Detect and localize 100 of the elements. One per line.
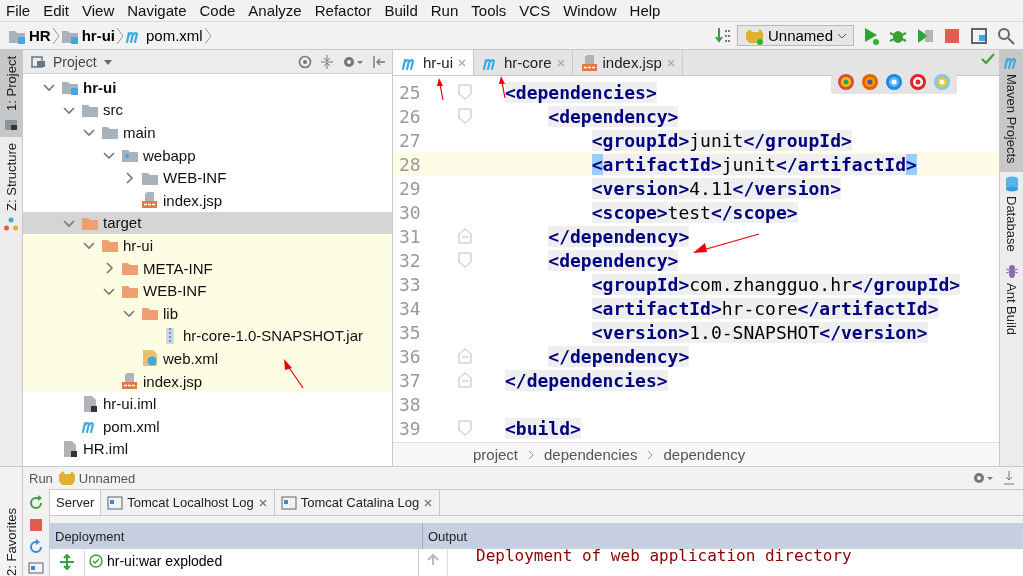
hide-icon[interactable] bbox=[372, 54, 386, 69]
folder-icon bbox=[101, 237, 119, 254]
jsp-file-icon bbox=[141, 192, 159, 209]
line-number: 34 bbox=[398, 297, 422, 319]
tool-window-tab[interactable]: 1: Project bbox=[0, 50, 22, 137]
tree-item[interactable]: target bbox=[23, 211, 392, 235]
coverage-icon[interactable] bbox=[916, 26, 934, 45]
configuration-name: Unnamed bbox=[78, 470, 136, 486]
tree-item[interactable]: hr-core-1.0-SNAPSHOT.jar bbox=[23, 324, 392, 348]
tool-window-tab[interactable]: Maven Projects bbox=[1000, 50, 1023, 172]
breadcrumb-item[interactable]: pom.xml bbox=[125, 27, 203, 44]
column-header: Deployment bbox=[50, 523, 423, 549]
panel-title[interactable]: Project bbox=[53, 53, 97, 70]
scroll-up-icon[interactable] bbox=[427, 554, 439, 566]
editor-tab[interactable]: hr-core bbox=[474, 50, 573, 75]
breadcrumb-item[interactable]: dependency bbox=[663, 446, 746, 463]
code-line: <groupId>junit</groupId> bbox=[590, 129, 852, 151]
tree-item[interactable]: WEB-INF bbox=[23, 166, 392, 189]
tree-item[interactable]: hr-ui.iml bbox=[23, 392, 392, 415]
chevron-icon bbox=[647, 449, 654, 460]
browser-icon[interactable] bbox=[837, 73, 855, 91]
panel-title: Run bbox=[29, 470, 53, 486]
annotation-arrow bbox=[693, 233, 760, 253]
tree-item[interactable]: web.xml bbox=[23, 347, 392, 370]
menu-item[interactable]: Help bbox=[629, 2, 666, 19]
run-configuration-dropdown[interactable]: Unnamed bbox=[736, 25, 854, 46]
deployment-item[interactable]: hr-ui:war exploded bbox=[85, 549, 223, 573]
menu-item[interactable]: VCS bbox=[519, 2, 556, 19]
tree-item[interactable]: src bbox=[23, 98, 392, 122]
project-view-icon bbox=[31, 54, 47, 69]
tree-item[interactable]: index.jsp bbox=[23, 188, 392, 212]
hide-icon[interactable] bbox=[1003, 471, 1015, 485]
breadcrumb-item[interactable]: hr-ui bbox=[60, 27, 115, 44]
browser-icon[interactable] bbox=[909, 73, 927, 91]
menu-item[interactable]: Window bbox=[563, 2, 622, 19]
annotation-arrow bbox=[499, 76, 506, 98]
settings-icon[interactable] bbox=[342, 54, 364, 69]
line-number: 33 bbox=[398, 273, 422, 295]
tree-item[interactable]: META-INF bbox=[23, 256, 392, 280]
menu-item[interactable]: Navigate bbox=[127, 2, 192, 19]
build-icon[interactable] bbox=[714, 26, 733, 45]
tree-item[interactable]: hr-ui bbox=[23, 76, 392, 99]
tree-item[interactable]: pom.xml bbox=[23, 414, 392, 438]
collapse-icon[interactable] bbox=[320, 54, 334, 69]
caret-icon[interactable] bbox=[102, 57, 113, 66]
close-icon[interactable] bbox=[457, 57, 467, 68]
line-number: 37 bbox=[398, 369, 422, 391]
module-file-icon bbox=[81, 395, 99, 412]
tree-item[interactable]: webapp bbox=[23, 143, 392, 167]
log-icon bbox=[280, 495, 297, 510]
line-number: 25 bbox=[398, 81, 422, 103]
panel-tab[interactable]: Tomcat Localhost Log bbox=[101, 490, 275, 515]
window-icon[interactable] bbox=[28, 562, 44, 574]
project-structure-icon[interactable] bbox=[970, 26, 988, 45]
menu-item[interactable]: File bbox=[6, 2, 36, 19]
stop-icon[interactable] bbox=[29, 518, 43, 532]
browser-icon[interactable] bbox=[861, 73, 879, 91]
breadcrumb-item[interactable]: project bbox=[473, 446, 519, 463]
panel-tab[interactable]: Tomcat Catalina Log bbox=[274, 490, 441, 515]
browser-icon[interactable] bbox=[885, 73, 903, 91]
stop-icon[interactable] bbox=[943, 26, 961, 45]
tool-window-tab[interactable]: 2: Favorites bbox=[3, 502, 19, 576]
editor-tab[interactable]: hr-ui bbox=[393, 50, 474, 75]
tree-item[interactable]: main bbox=[23, 121, 392, 144]
menu-item[interactable]: Build bbox=[384, 2, 423, 19]
close-icon[interactable] bbox=[257, 497, 268, 508]
folder-icon bbox=[101, 124, 119, 141]
search-icon[interactable] bbox=[997, 26, 1015, 45]
refresh-icon[interactable] bbox=[28, 539, 44, 555]
module-file-icon bbox=[61, 440, 79, 457]
menu-item[interactable]: Tools bbox=[471, 2, 512, 19]
tool-window-tab[interactable]: Z: Structure bbox=[0, 136, 22, 237]
rerun-icon[interactable] bbox=[28, 495, 44, 511]
tree-item[interactable]: WEB-INF bbox=[23, 279, 392, 302]
tool-window-tab[interactable]: Database bbox=[1000, 171, 1023, 260]
menu-item[interactable]: Code bbox=[199, 2, 241, 19]
close-icon[interactable] bbox=[423, 497, 434, 508]
settings-icon[interactable] bbox=[973, 471, 993, 485]
panel-tab[interactable]: Server bbox=[50, 490, 102, 515]
breadcrumb-item[interactable]: HR bbox=[8, 27, 51, 44]
menu-item[interactable]: Edit bbox=[43, 2, 75, 19]
menu-item[interactable]: Run bbox=[430, 2, 464, 19]
tree-item[interactable]: lib bbox=[23, 301, 392, 325]
breadcrumb-item[interactable]: dependencies bbox=[544, 446, 638, 463]
menu-item[interactable]: View bbox=[82, 2, 120, 19]
tree-item[interactable]: index.jsp bbox=[23, 369, 392, 393]
code-line: <scope>test</scope> bbox=[590, 201, 798, 223]
deploy-icon[interactable] bbox=[59, 554, 75, 570]
tree-item[interactable]: HR.iml bbox=[23, 437, 392, 461]
line-number: 31 bbox=[398, 225, 422, 247]
tool-window-tab[interactable]: Ant Build bbox=[1000, 259, 1023, 344]
structure-icon bbox=[4, 216, 18, 231]
tree-item[interactable]: hr-ui bbox=[23, 234, 392, 257]
run-icon[interactable] bbox=[862, 26, 880, 45]
menu-item[interactable]: Analyze bbox=[248, 2, 307, 19]
menu-item[interactable]: Refactor bbox=[314, 2, 377, 19]
editor-tab[interactable]: index.jsp bbox=[572, 50, 683, 75]
locate-icon[interactable] bbox=[298, 54, 312, 69]
code-line: <version>4.11</version> bbox=[590, 177, 841, 199]
chevron-icon bbox=[50, 25, 61, 46]
